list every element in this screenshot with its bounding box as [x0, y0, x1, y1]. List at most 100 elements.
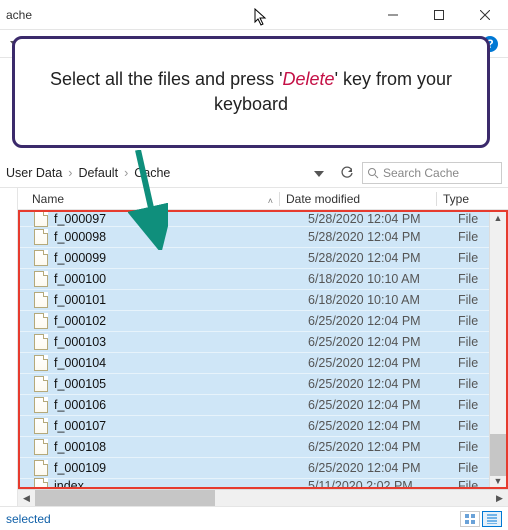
file-icon [34, 271, 48, 287]
scroll-left-button[interactable]: ◀ [18, 490, 35, 506]
view-details-button[interactable] [482, 511, 502, 527]
breadcrumb-item[interactable]: Default [78, 166, 118, 180]
status-text: selected [6, 512, 51, 526]
file-name: f_000101 [54, 293, 308, 307]
file-icon [34, 460, 48, 476]
file-date: 6/25/2020 12:04 PM [308, 461, 458, 475]
file-date: 6/25/2020 12:04 PM [308, 419, 458, 433]
explorer-window: ache ? Select all the files and press 'D [0, 0, 508, 530]
table-row[interactable]: f_0001066/25/2020 12:04 PMFile [20, 394, 506, 415]
file-name: f_000104 [54, 356, 308, 370]
file-viewport: f_0000975/28/2020 12:04 PMFilef_0000985/… [18, 210, 508, 489]
scroll-thumb[interactable] [35, 490, 215, 506]
column-headers: Name ˄ Date modified Type [18, 188, 508, 210]
table-row[interactable]: index5/11/2020 2:02 PMFile [20, 478, 506, 487]
scroll-down-button[interactable]: ▼ [490, 476, 506, 488]
file-icon [34, 313, 48, 329]
file-date: 6/18/2020 10:10 AM [308, 272, 458, 286]
file-name: f_000103 [54, 335, 308, 349]
maximize-button[interactable] [416, 0, 462, 29]
search-placeholder: Search Cache [383, 166, 459, 180]
view-toggle [460, 511, 502, 527]
horizontal-scrollbar[interactable]: ◀ ▶ [18, 489, 508, 506]
title-text: ache [6, 8, 32, 22]
file-name: index [54, 479, 308, 488]
file-date: 6/18/2020 10:10 AM [308, 293, 458, 307]
file-area: Name ˄ Date modified Type f_0000975/28/2… [0, 188, 508, 506]
file-name: f_000098 [54, 230, 308, 244]
file-name: f_000108 [54, 440, 308, 454]
file-list: Name ˄ Date modified Type f_0000975/28/2… [18, 188, 508, 506]
file-name: f_000105 [54, 377, 308, 391]
file-name: f_000106 [54, 398, 308, 412]
callout-text: Select all the files and press 'Delete' … [33, 67, 469, 117]
column-header-name[interactable]: Name ˄ [18, 192, 279, 206]
file-name: f_000102 [54, 314, 308, 328]
file-icon [34, 376, 48, 392]
file-icon [34, 397, 48, 413]
search-input[interactable]: Search Cache [362, 162, 502, 184]
file-name: f_000100 [54, 272, 308, 286]
file-icon [34, 355, 48, 371]
table-row[interactable]: f_0001016/18/2020 10:10 AMFile [20, 289, 506, 310]
table-row[interactable]: f_0001026/25/2020 12:04 PMFile [20, 310, 506, 331]
window-title: ache [0, 8, 32, 22]
address-bar-row: User Data › Default › Cache Search Cache [0, 158, 508, 188]
breadcrumb-item[interactable]: User Data [6, 166, 62, 180]
table-row[interactable]: f_0001006/18/2020 10:10 AMFile [20, 268, 506, 289]
minimize-button[interactable] [370, 0, 416, 29]
chevron-right-icon: › [124, 166, 128, 180]
chevron-down-icon[interactable] [314, 166, 332, 180]
breadcrumb[interactable]: User Data › Default › Cache [6, 166, 332, 180]
file-icon [34, 292, 48, 308]
file-date: 6/25/2020 12:04 PM [308, 440, 458, 454]
scroll-thumb[interactable] [490, 434, 506, 476]
file-icon [34, 250, 48, 266]
file-name: f_000107 [54, 419, 308, 433]
search-icon [367, 167, 379, 179]
file-name: f_000109 [54, 461, 308, 475]
file-icon [34, 478, 48, 488]
scroll-track[interactable] [35, 490, 491, 506]
table-row[interactable]: f_0000995/28/2020 12:04 PMFile [20, 247, 506, 268]
file-name: f_000099 [54, 251, 308, 265]
file-date: 6/25/2020 12:04 PM [308, 356, 458, 370]
refresh-button[interactable] [336, 166, 358, 180]
column-header-type[interactable]: Type [443, 192, 491, 206]
file-name: f_000097 [54, 212, 308, 226]
column-header-date[interactable]: Date modified [286, 192, 436, 206]
table-row[interactable]: f_0000985/28/2020 12:04 PMFile [20, 226, 506, 247]
file-date: 6/25/2020 12:04 PM [308, 335, 458, 349]
file-icon [34, 212, 48, 227]
breadcrumb-item[interactable]: Cache [134, 166, 170, 180]
callout-emphasis: Delete [283, 69, 335, 89]
table-row[interactable]: f_0000975/28/2020 12:04 PMFile [20, 212, 506, 226]
scroll-right-button[interactable]: ▶ [491, 490, 508, 506]
file-date: 5/28/2020 12:04 PM [308, 251, 458, 265]
chevron-right-icon: › [68, 166, 72, 180]
table-row[interactable]: f_0001076/25/2020 12:04 PMFile [20, 415, 506, 436]
instruction-callout: Select all the files and press 'Delete' … [12, 36, 490, 148]
file-icon [34, 439, 48, 455]
nav-pane-edge [0, 188, 18, 506]
vertical-scrollbar[interactable]: ▲ ▼ [489, 212, 506, 487]
sort-asc-icon: ˄ [268, 196, 273, 206]
close-button[interactable] [462, 0, 508, 29]
file-date: 6/25/2020 12:04 PM [308, 377, 458, 391]
file-date: 6/25/2020 12:04 PM [308, 398, 458, 412]
table-row[interactable]: f_0001056/25/2020 12:04 PMFile [20, 373, 506, 394]
titlebar: ache [0, 0, 508, 30]
view-large-icons-button[interactable] [460, 511, 480, 527]
file-date: 5/28/2020 12:04 PM [308, 230, 458, 244]
scroll-up-button[interactable]: ▲ [490, 212, 506, 224]
status-bar: selected [0, 506, 508, 530]
table-row[interactable]: f_0001046/25/2020 12:04 PMFile [20, 352, 506, 373]
file-icon [34, 418, 48, 434]
file-date: 6/25/2020 12:04 PM [308, 314, 458, 328]
window-controls [370, 0, 508, 29]
table-row[interactable]: f_0001096/25/2020 12:04 PMFile [20, 457, 506, 478]
file-date: 5/11/2020 2:02 PM [308, 479, 458, 488]
table-row[interactable]: f_0001036/25/2020 12:04 PMFile [20, 331, 506, 352]
table-row[interactable]: f_0001086/25/2020 12:04 PMFile [20, 436, 506, 457]
file-date: 5/28/2020 12:04 PM [308, 212, 458, 226]
